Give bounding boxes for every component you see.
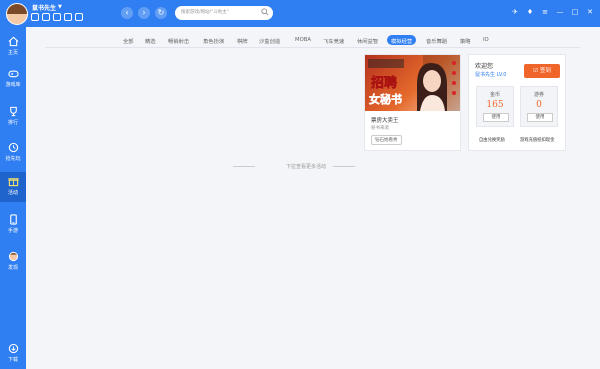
voucher-note: 游戏充值抵扣现金 — [520, 138, 555, 143]
search-icon[interactable] — [261, 8, 269, 16]
gold-stat: 金币 165 使用 — [476, 86, 514, 127]
tab-all[interactable]: 全部 — [123, 37, 134, 45]
discover-icon — [8, 251, 18, 262]
tab-board[interactable]: 棋牌 — [237, 37, 248, 45]
tab-music[interactable]: 音乐舞蹈 — [426, 37, 447, 45]
event-badge: 钻石始看秀 — [371, 135, 402, 145]
tab-featured[interactable]: 精选 — [145, 37, 156, 45]
sidebar-item-label: 抢先玩 — [5, 156, 21, 162]
settings-icon[interactable] — [75, 13, 83, 21]
user-panel: 欢迎您 鼠书先生 LV.0 ☑ 签到 金币 165 使用 游券 0 使用 自由兑… — [468, 54, 566, 151]
back-button[interactable]: ‹ — [121, 7, 133, 19]
home-icon — [8, 36, 18, 47]
skin-icon[interactable]: ♦ — [526, 8, 534, 16]
window-controls: ✈ ♦ ≡ — □ ✕ — [511, 8, 594, 16]
title-bar: 鼠书先生 ▼ ‹ › ↻ 搜索游戏/网站/"斗地主" ✈ ♦ ≡ — □ ✕ — [0, 0, 600, 27]
task-icon[interactable] — [42, 13, 50, 21]
clock-icon — [8, 142, 18, 153]
sidebar-item-label: 游戏库 — [5, 82, 21, 88]
avatar[interactable] — [6, 3, 28, 25]
use-gold-button[interactable]: 使用 — [483, 113, 509, 122]
close-icon[interactable]: ✕ — [586, 8, 594, 16]
voucher-label: 游券 — [533, 92, 544, 98]
message-icon[interactable] — [31, 13, 39, 21]
tab-rpg[interactable]: 角色扮演 — [203, 37, 224, 45]
category-tabs: 全部 精选 畅销射击 角色扮演 棋牌 沙盒创造 MOBA 飞车竞速 休闲益智 模… — [45, 35, 580, 48]
use-voucher-button[interactable]: 使用 — [527, 113, 553, 122]
sidebar-item-label: 下载 — [7, 357, 18, 363]
phone-icon — [9, 214, 17, 225]
forward-button[interactable]: › — [138, 7, 150, 19]
sidebar-item-events[interactable]: 活动 — [0, 172, 26, 202]
sidebar: 主页 游戏库 排行 抢先玩 活动 手游 发现 下载 — [0, 27, 26, 369]
voucher-value: 0 — [536, 100, 542, 110]
vip-icon[interactable] — [64, 13, 72, 21]
sidebar-item-label: 手游 — [7, 228, 18, 234]
sidebar-item-label: 发现 — [7, 265, 18, 271]
sidebar-item-download[interactable]: 下载 — [0, 339, 26, 369]
banner-text-line2: 女秘书 — [369, 92, 402, 106]
banner-text-line1: 招聘 — [371, 75, 397, 91]
sidebar-item-discover[interactable]: 发现 — [0, 247, 26, 277]
sidebar-item-label: 活动 — [7, 190, 18, 196]
tab-racing[interactable]: 飞车竞速 — [323, 37, 344, 45]
maximize-icon[interactable]: □ — [571, 8, 579, 16]
gold-value: 165 — [486, 100, 504, 110]
menu-icon[interactable]: ≡ — [541, 8, 549, 16]
header-username[interactable]: 鼠书先生 — [32, 3, 56, 12]
calendar-icon: ☑ — [533, 68, 540, 74]
tab-shooter[interactable]: 畅销射击 — [168, 37, 189, 45]
welcome-text: 欢迎您 — [475, 63, 494, 70]
event-banner-art: 招聘 女秘书 — [368, 55, 460, 111]
tab-io[interactable]: IO — [483, 37, 489, 43]
gold-note: 自由兑换奖励 — [479, 138, 505, 143]
checkin-button[interactable]: ☑ 签到 — [524, 64, 560, 78]
gamepad-icon — [7, 70, 19, 78]
download-icon — [8, 343, 18, 354]
sidebar-item-ranking[interactable]: 排行 — [0, 102, 26, 132]
sidebar-item-label: 主页 — [7, 50, 18, 56]
gold-label: 金币 — [489, 92, 500, 98]
tab-casual[interactable]: 休闲益智 — [357, 37, 378, 45]
panel-username[interactable]: 鼠书先生 LV.0 — [475, 71, 506, 78]
trophy-icon — [9, 106, 17, 117]
minimize-icon[interactable]: — — [556, 8, 564, 16]
refresh-button[interactable]: ↻ — [155, 7, 167, 19]
event-banner-image[interactable]: 招聘 女秘书 — [365, 55, 460, 111]
checkin-label: 签到 — [539, 68, 551, 74]
voucher-stat: 游券 0 使用 — [520, 86, 558, 127]
sidebar-item-label: 排行 — [7, 120, 18, 126]
event-card[interactable]: 招聘 女秘书 票房大卖王 秘书来袭 钻石始看秀 — [364, 54, 461, 151]
sidebar-item-early-access[interactable]: 抢先玩 — [0, 138, 26, 168]
tab-simulation[interactable]: 模拟经营 — [387, 35, 417, 45]
tab-sandbox[interactable]: 沙盒创造 — [259, 37, 280, 45]
tab-moba[interactable]: MOBA — [295, 37, 311, 43]
search-input[interactable]: 搜索游戏/网站/"斗地主" — [175, 6, 273, 20]
search-placeholder: 搜索游戏/网站/"斗地主" — [181, 10, 229, 15]
pin-icon[interactable]: ✈ — [511, 8, 519, 16]
chevron-down-icon[interactable]: ▼ — [58, 4, 62, 10]
coupon-icon[interactable] — [53, 13, 61, 21]
divider — [333, 166, 355, 167]
event-title: 票房大卖王 — [371, 118, 399, 124]
event-subtitle: 秘书来袭 — [371, 126, 389, 131]
user-shortcut-icons — [31, 13, 83, 21]
sidebar-item-mobile[interactable]: 手游 — [0, 210, 26, 240]
sidebar-item-home[interactable]: 主页 — [0, 32, 26, 62]
divider — [233, 166, 255, 167]
gift-icon — [7, 178, 19, 187]
tab-strategy[interactable]: 策略 — [460, 37, 471, 45]
sidebar-item-library[interactable]: 游戏库 — [0, 64, 26, 94]
